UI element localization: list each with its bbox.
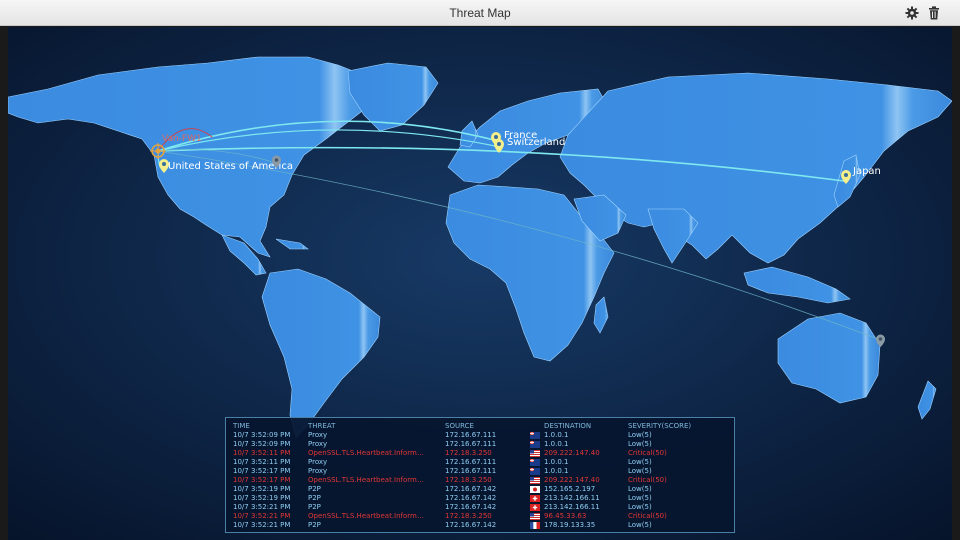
threat-map-window: Threat Map Van-FW1 United States of Amer… [0, 0, 960, 540]
row-destination: 1.0.0.1 [544, 440, 569, 448]
flag-icon [530, 468, 540, 475]
row-destination: 209.222.147.40 [544, 476, 600, 484]
row-threat: Proxy [308, 467, 328, 475]
row-severity: Low(5) [628, 440, 652, 448]
log-row[interactable]: 10/7 3:52:17 PM OpenSSL.TLS.Heartbeat.Inf… [226, 476, 736, 485]
row-source: 172.16.67.142 [445, 521, 497, 529]
row-time: 10/7 3:52:09 PM [233, 431, 291, 439]
row-destination: 213.142.166.11 [544, 503, 600, 511]
gear-icon [905, 6, 919, 20]
log-row[interactable]: 10/7 3:52:17 PM Proxy 172.16.67.111 1.0.0.1… [226, 467, 736, 476]
header-severity: SEVERITY(SCORE) [628, 422, 692, 430]
row-source: 172.16.67.142 [445, 503, 497, 511]
header-time: TIME [233, 422, 250, 430]
row-threat: Proxy [308, 431, 328, 439]
row-time: 10/7 3:52:19 PM [233, 485, 291, 493]
row-severity: Low(5) [628, 521, 652, 529]
flag-icon [530, 513, 540, 520]
flag-icon [530, 504, 540, 511]
window-title: Threat Map [449, 6, 511, 20]
flag-icon [530, 441, 540, 448]
row-destination: 152.165.2.197 [544, 485, 596, 493]
row-severity: Critical(50) [628, 449, 667, 457]
row-source: 172.16.67.111 [445, 440, 497, 448]
log-row[interactable]: 10/7 3:52:09 PM Proxy 172.16.67.111 1.0.0.1… [226, 440, 736, 449]
row-source: 172.16.67.142 [445, 494, 497, 502]
delete-button[interactable] [925, 4, 943, 22]
log-row[interactable]: 10/7 3:52:11 PM OpenSSL.TLS.Heartbeat.Inf… [226, 449, 736, 458]
log-row[interactable]: 10/7 3:52:19 PM P2P 172.16.67.142 213.142.1… [226, 494, 736, 503]
row-threat: OpenSSL.TLS.Heartbeat.Informati... [308, 476, 428, 484]
row-time: 10/7 3:52:09 PM [233, 440, 291, 448]
log-row[interactable]: 10/7 3:52:21 PM P2P 172.16.67.142 178.19.13… [226, 521, 736, 530]
row-threat: P2P [308, 521, 321, 529]
flag-icon [530, 522, 540, 529]
flag-icon [530, 495, 540, 502]
header-threat: THREAT [308, 422, 336, 430]
flag-icon [530, 459, 540, 466]
row-severity: Low(5) [628, 503, 652, 511]
threat-log-panel[interactable]: TIME THREAT SOURCE DESTINATION SEVERITY(… [225, 417, 735, 533]
row-source: 172.16.67.111 [445, 431, 497, 439]
label-japan: Japan [852, 166, 881, 177]
header-destination: DESTINATION [544, 422, 592, 430]
row-time: 10/7 3:52:21 PM [233, 521, 291, 529]
row-destination: 1.0.0.1 [544, 458, 569, 466]
row-threat: Proxy [308, 458, 328, 466]
row-source: 172.16.67.111 [445, 467, 497, 475]
row-source: 172.16.67.142 [445, 485, 497, 493]
log-header-row: TIME THREAT SOURCE DESTINATION SEVERITY(… [226, 422, 736, 431]
flag-icon [530, 477, 540, 484]
row-threat: OpenSSL.TLS.Heartbeat.Informati... [308, 512, 428, 520]
log-row[interactable]: 10/7 3:52:11 PM Proxy 172.16.67.111 1.0.0.1… [226, 458, 736, 467]
row-time: 10/7 3:52:17 PM [233, 476, 291, 484]
row-threat: P2P [308, 485, 321, 493]
row-destination: 209.222.147.40 [544, 449, 600, 457]
settings-button[interactable] [903, 4, 921, 22]
row-time: 10/7 3:52:11 PM [233, 458, 291, 466]
log-row[interactable]: 10/7 3:52:19 PM P2P 172.16.67.142 152.165.2… [226, 485, 736, 494]
row-severity: Low(5) [628, 494, 652, 502]
row-severity: Low(5) [628, 467, 652, 475]
row-destination: 96.45.33.63 [544, 512, 587, 520]
flag-icon [530, 432, 540, 439]
row-severity: Low(5) [628, 431, 652, 439]
row-time: 10/7 3:52:21 PM [233, 512, 291, 520]
row-source: 172.18.3.250 [445, 476, 492, 484]
row-destination: 213.142.166.11 [544, 494, 600, 502]
row-time: 10/7 3:52:17 PM [233, 467, 291, 475]
row-severity: Critical(50) [628, 512, 667, 520]
row-destination: 178.19.133.35 [544, 521, 596, 529]
log-row[interactable]: 10/7 3:52:21 PM P2P 172.16.67.142 213.142.1… [226, 503, 736, 512]
log-row[interactable]: 10/7 3:52:09 PM Proxy 172.16.67.111 1.0.0.1… [226, 431, 736, 440]
row-threat: OpenSSL.TLS.Heartbeat.Informati... [308, 449, 428, 457]
row-severity: Low(5) [628, 458, 652, 466]
origin-label: Van-FW1 [162, 134, 202, 144]
log-row[interactable]: 10/7 3:52:21 PM OpenSSL.TLS.Heartbeat.Inf… [226, 512, 736, 521]
row-time: 10/7 3:52:11 PM [233, 449, 291, 457]
row-threat: P2P [308, 494, 321, 502]
flag-icon [530, 450, 540, 457]
row-threat: Proxy [308, 440, 328, 448]
title-bar: Threat Map [0, 0, 960, 26]
row-threat: P2P [308, 503, 321, 511]
row-destination: 1.0.0.1 [544, 431, 569, 439]
label-switzerland: Switzerland [507, 137, 565, 148]
row-time: 10/7 3:52:21 PM [233, 503, 291, 511]
row-time: 10/7 3:52:19 PM [233, 494, 291, 502]
row-source: 172.16.67.111 [445, 458, 497, 466]
row-destination: 1.0.0.1 [544, 467, 569, 475]
row-severity: Low(5) [628, 485, 652, 493]
header-source: SOURCE [445, 422, 474, 430]
row-source: 172.18.3.250 [445, 512, 492, 520]
row-severity: Critical(50) [628, 476, 667, 484]
row-source: 172.18.3.250 [445, 449, 492, 457]
trash-icon [929, 6, 939, 20]
flag-icon [530, 486, 540, 493]
